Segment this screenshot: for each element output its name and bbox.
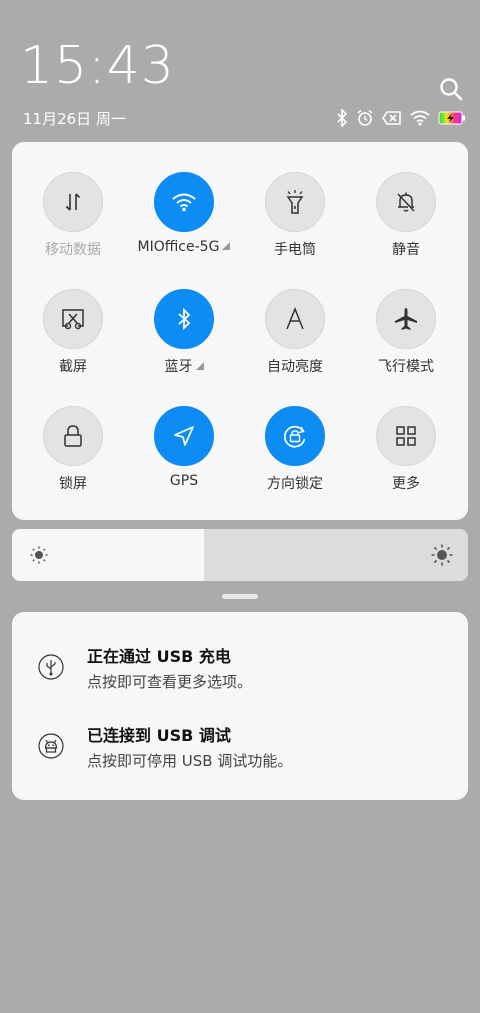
brightness-slider[interactable] bbox=[12, 529, 468, 581]
tile-label: MIOffice-5G bbox=[137, 239, 220, 255]
screenshot-icon bbox=[62, 309, 84, 330]
tile-auto-brightness[interactable]: 自动亮度 bbox=[240, 289, 350, 389]
tile-airplane[interactable]: 飞行模式 bbox=[351, 289, 461, 389]
airplane-icon bbox=[395, 308, 417, 330]
expand-triangle-icon[interactable] bbox=[195, 362, 204, 370]
tile-flashlight[interactable]: 手电筒 bbox=[240, 172, 350, 272]
tile-label: GPS bbox=[169, 473, 199, 489]
tile-screenshot-button[interactable] bbox=[43, 289, 103, 349]
notification-usb-charging[interactable]: 正在通过 USB 充电 点按即可查看更多选项。 bbox=[12, 640, 468, 700]
tile-mute[interactable]: 静音 bbox=[351, 172, 461, 272]
alarm-icon bbox=[357, 109, 373, 126]
tile-lock-screen-button[interactable] bbox=[43, 406, 103, 466]
gps-icon bbox=[174, 426, 194, 446]
clock-time[interactable]: 15:43 bbox=[20, 40, 175, 92]
mobile-data-icon bbox=[65, 193, 81, 211]
tile-lock-screen[interactable]: 锁屏 bbox=[18, 406, 128, 506]
tile-screenshot[interactable]: 截屏 bbox=[18, 289, 128, 389]
search-icon[interactable] bbox=[438, 76, 464, 102]
tile-rotation-lock[interactable]: 方向锁定 bbox=[240, 406, 350, 506]
tile-gps-button[interactable] bbox=[154, 406, 214, 466]
tile-bluetooth[interactable]: 蓝牙 bbox=[129, 289, 239, 389]
battery-charging-icon bbox=[438, 111, 465, 125]
quick-settings-panel: 移动数据 MIOffice-5G 手电筒 静音 截屏 蓝牙 自动亮度 飞行模式 … bbox=[12, 142, 468, 520]
rotation-lock-icon bbox=[283, 425, 306, 448]
wifi-icon bbox=[172, 193, 196, 212]
wifi-icon bbox=[410, 110, 430, 126]
expand-triangle-icon[interactable] bbox=[222, 242, 231, 250]
tile-mute-button[interactable] bbox=[376, 172, 436, 232]
tile-label: 蓝牙 bbox=[164, 359, 193, 375]
tile-label: 方向锁定 bbox=[267, 476, 323, 492]
panel-drag-handle[interactable] bbox=[222, 594, 258, 599]
tile-bluetooth-button[interactable] bbox=[154, 289, 214, 349]
no-sim-icon bbox=[382, 111, 401, 125]
tile-wifi[interactable]: MIOffice-5G bbox=[129, 172, 239, 272]
tile-more[interactable]: 更多 bbox=[351, 406, 461, 506]
tile-airplane-button[interactable] bbox=[376, 289, 436, 349]
date-text[interactable]: 11月26日 周一 bbox=[23, 108, 126, 129]
brightness-low-icon bbox=[30, 546, 48, 564]
notification-usb-debugging[interactable]: 已连接到 USB 调试 点按即可停用 USB 调试功能。 bbox=[12, 719, 468, 779]
tile-mobile-data[interactable]: 移动数据 bbox=[18, 172, 128, 272]
tile-rotation-lock-button[interactable] bbox=[265, 406, 325, 466]
tile-gps[interactable]: GPS bbox=[129, 406, 239, 506]
tile-label: 自动亮度 bbox=[267, 359, 323, 375]
tile-label: 截屏 bbox=[59, 359, 87, 375]
notification-text: 点按即可停用 USB 调试功能。 bbox=[87, 752, 293, 770]
mute-bell-icon bbox=[397, 192, 415, 212]
tile-more-button[interactable] bbox=[376, 406, 436, 466]
tile-auto-brightness-button[interactable] bbox=[265, 289, 325, 349]
status-bar-icons bbox=[336, 108, 466, 128]
notification-text: 点按即可查看更多选项。 bbox=[87, 673, 253, 691]
bluetooth-icon bbox=[178, 307, 191, 331]
bluetooth-icon bbox=[337, 109, 348, 127]
tile-label: 更多 bbox=[392, 476, 420, 492]
notification-title: 正在通过 USB 充电 bbox=[87, 647, 231, 666]
tile-wifi-button[interactable] bbox=[154, 172, 214, 232]
flashlight-icon bbox=[286, 190, 304, 214]
grid-icon bbox=[396, 426, 416, 446]
tile-label-row: 蓝牙 bbox=[129, 356, 239, 376]
tile-label: 手电筒 bbox=[274, 242, 316, 258]
android-debug-icon bbox=[38, 733, 64, 759]
tile-label: 锁屏 bbox=[59, 476, 87, 492]
auto-brightness-icon bbox=[286, 307, 304, 330]
tile-label: 飞行模式 bbox=[378, 359, 434, 375]
tile-flashlight-button[interactable] bbox=[265, 172, 325, 232]
brightness-high-icon bbox=[431, 544, 453, 566]
notification-panel: 正在通过 USB 充电 点按即可查看更多选项。 已连接到 USB 调试 点按即可… bbox=[12, 612, 468, 800]
tile-label-row: MIOffice-5G bbox=[129, 239, 239, 255]
tile-mobile-data-button[interactable] bbox=[43, 172, 103, 232]
lock-icon bbox=[64, 425, 82, 447]
tile-label: 静音 bbox=[392, 242, 420, 258]
notification-title: 已连接到 USB 调试 bbox=[87, 726, 231, 745]
usb-charging-icon bbox=[38, 654, 64, 680]
tile-label: 移动数据 bbox=[45, 242, 101, 258]
